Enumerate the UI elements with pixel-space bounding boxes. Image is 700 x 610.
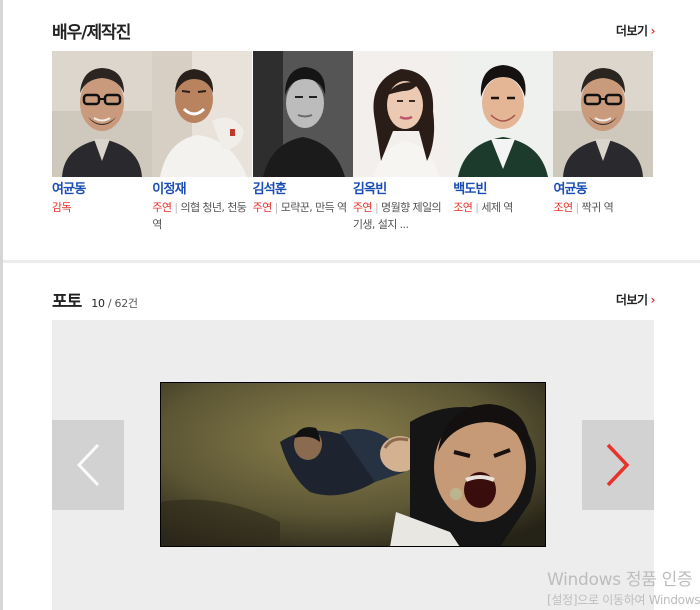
cast-role: 조연 | 짝귀 역 — [553, 199, 653, 216]
photo-count-total: 62건 — [114, 297, 139, 310]
role-separator: | — [575, 201, 580, 214]
cast-name[interactable]: 여균동 — [52, 181, 152, 199]
role-desc: 모략꾼, 만득 역 — [280, 201, 347, 214]
cast-photo[interactable] — [52, 51, 152, 177]
photo-count-separator: / — [104, 297, 115, 310]
photo-count: 10 / 62건 — [91, 295, 139, 311]
chevron-left-icon — [76, 443, 100, 487]
section-divider — [3, 260, 700, 263]
watermark-line2: [설정]으로 이동하여 Windows — [547, 593, 700, 607]
photo-prev-button[interactable] — [52, 420, 124, 510]
cast-more-label: 더보기 — [615, 24, 648, 38]
cast-section-header: 배우/제작진 — [52, 18, 131, 43]
cast-photo[interactable] — [252, 51, 353, 177]
cast-section-title: 배우/제작진 — [52, 23, 131, 43]
cast-card[interactable]: 김옥빈 주연 | 명월향 제일의 기생, 설지 ... — [352, 51, 453, 233]
cast-list: 여균동 감독 이정재 주연 | 의협 청년, 천둥 역 김석훈 주연 | 모략꾼… — [52, 51, 654, 233]
cast-name[interactable]: 여균동 — [553, 181, 653, 199]
photo-next-button[interactable] — [582, 420, 654, 510]
photo-more-link[interactable]: 더보기 › — [615, 291, 656, 308]
role-separator: | — [274, 201, 279, 214]
chevron-right-icon — [606, 443, 630, 487]
cast-photo[interactable] — [553, 51, 654, 177]
cast-card[interactable]: 여균동 조연 | 짝귀 역 — [553, 51, 654, 233]
role-separator: | — [374, 201, 379, 214]
chevron-right-icon: › — [650, 23, 656, 38]
cast-role: 주연 | 의협 청년, 천둥 역 — [152, 199, 252, 233]
cast-name[interactable]: 김옥빈 — [353, 181, 453, 199]
cast-card[interactable]: 이정재 주연 | 의협 청년, 천둥 역 — [152, 51, 253, 233]
cast-photo[interactable] — [352, 51, 453, 177]
chevron-right-icon: › — [650, 292, 656, 307]
main-photo[interactable] — [160, 382, 546, 547]
cast-role: 감독 — [52, 199, 152, 216]
cast-role: 조연 | 세제 역 — [453, 199, 553, 216]
cast-card[interactable]: 백도빈 조연 | 세제 역 — [453, 51, 554, 233]
cast-name[interactable]: 백도빈 — [453, 181, 553, 199]
role-desc: 짝귀 역 — [581, 201, 614, 214]
role-separator: | — [174, 201, 178, 214]
cast-name[interactable]: 김석훈 — [253, 181, 353, 199]
cast-name[interactable]: 이정재 — [152, 181, 252, 199]
role-type: 주연 — [152, 201, 172, 214]
cast-photo[interactable] — [152, 51, 253, 177]
photo-section-header: 포토 10 / 62건 — [52, 287, 138, 312]
cast-more-link[interactable]: 더보기 › — [615, 22, 656, 39]
photo-section-title: 포토 — [52, 292, 82, 312]
role-type: 감독 — [52, 201, 72, 214]
role-type: 주연 — [352, 201, 373, 214]
cast-role: 주연 | 모략꾼, 만득 역 — [253, 199, 353, 216]
windows-activation-watermark: Windows 정품 인증 [설정]으로 이동하여 Windows — [547, 565, 700, 608]
cast-card[interactable]: 여균동 감독 — [52, 51, 152, 233]
left-border — [0, 0, 3, 610]
role-desc: 세제 역 — [481, 201, 513, 214]
cast-photo[interactable] — [453, 51, 554, 177]
photo-count-current: 10 — [91, 297, 105, 310]
role-type: 조연 — [553, 201, 573, 214]
cast-role: 주연 | 명월향 제일의 기생, 설지 ... — [353, 199, 453, 233]
role-type: 조연 — [453, 201, 473, 214]
role-separator: | — [475, 201, 479, 214]
cast-card[interactable]: 김석훈 주연 | 모략꾼, 만득 역 — [252, 51, 353, 233]
watermark-line1: Windows 정품 인증 — [547, 570, 693, 590]
role-type: 주연 — [252, 201, 273, 214]
photo-more-label: 더보기 — [615, 293, 648, 307]
